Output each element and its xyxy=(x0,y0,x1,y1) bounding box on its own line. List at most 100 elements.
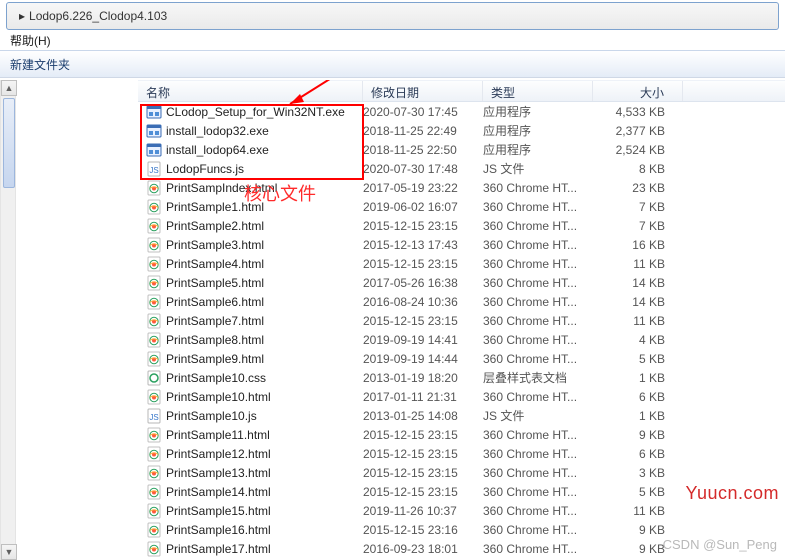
file-row[interactable]: PrintSample5.html2017-05-26 16:38360 Chr… xyxy=(138,273,785,292)
svg-text:JS: JS xyxy=(149,413,158,422)
file-name: PrintSample14.html xyxy=(166,485,271,499)
file-size: 5 KB xyxy=(593,352,683,366)
file-type: JS 文件 xyxy=(483,160,593,177)
file-date: 2019-11-26 10:37 xyxy=(363,504,483,518)
file-name: PrintSample10.css xyxy=(166,371,266,385)
file-row[interactable]: PrintSample10.css2013-01-19 18:20层叠样式表文档… xyxy=(138,368,785,387)
file-row[interactable]: PrintSample2.html2015-12-15 23:15360 Chr… xyxy=(138,216,785,235)
html-icon xyxy=(146,351,162,367)
file-size: 4 KB xyxy=(593,333,683,347)
file-name: LodopFuncs.js xyxy=(166,162,244,176)
file-name: PrintSample6.html xyxy=(166,295,264,309)
header-type[interactable]: 类型 xyxy=(483,81,593,101)
file-name: PrintSample2.html xyxy=(166,219,264,233)
file-date: 2019-06-02 16:07 xyxy=(363,200,483,214)
file-type: 360 Chrome HT... xyxy=(483,276,593,290)
file-date: 2013-01-25 14:08 xyxy=(363,409,483,423)
header-size[interactable]: 大小 xyxy=(593,81,683,101)
file-size: 11 KB xyxy=(593,257,683,271)
file-date: 2013-01-19 18:20 xyxy=(363,371,483,385)
file-type: 360 Chrome HT... xyxy=(483,257,593,271)
header-date[interactable]: 修改日期 xyxy=(363,81,483,101)
file-row[interactable]: PrintSample10.html2017-01-11 21:31360 Ch… xyxy=(138,387,785,406)
file-row[interactable]: PrintSample13.html2015-12-15 23:15360 Ch… xyxy=(138,463,785,482)
file-type: 360 Chrome HT... xyxy=(483,333,593,347)
file-name: PrintSample13.html xyxy=(166,466,271,480)
file-row[interactable]: PrintSample3.html 2015-12-13 17:43360 Chr… xyxy=(138,235,785,254)
file-name: PrintSample8.html xyxy=(166,333,264,347)
file-size: 3 KB xyxy=(593,466,683,480)
html-icon xyxy=(146,541,162,557)
file-row[interactable]: PrintSample7.html 2015-12-15 23:15360 Chr… xyxy=(138,311,785,330)
file-type: 360 Chrome HT... xyxy=(483,238,593,252)
file-date: 2015-12-15 23:15 xyxy=(363,466,483,480)
file-name: PrintSample12.html xyxy=(166,447,271,461)
html-icon xyxy=(146,484,162,500)
file-size: 11 KB xyxy=(593,504,683,518)
scroll-up-icon[interactable]: ▲ xyxy=(1,80,17,96)
file-name: PrintSample11.html xyxy=(166,428,270,442)
file-row[interactable]: PrintSample11.html2015-12-15 23:15360 Ch… xyxy=(138,425,785,444)
file-row[interactable]: install_lodop32.exe2018-11-25 22:49应用程序2… xyxy=(138,121,785,140)
file-row[interactable]: JSPrintSample10.js2013-01-25 14:08JS 文件1… xyxy=(138,406,785,425)
file-type: 360 Chrome HT... xyxy=(483,181,593,195)
svg-text:JS: JS xyxy=(149,166,158,175)
file-row[interactable]: PrintSample8.html2019-09-19 14:41360 Chr… xyxy=(138,330,785,349)
file-size: 14 KB xyxy=(593,295,683,309)
file-size: 9 KB xyxy=(593,523,683,537)
exe-icon xyxy=(146,123,162,139)
file-type: 360 Chrome HT... xyxy=(483,542,593,556)
scroll-thumb[interactable] xyxy=(3,98,15,188)
file-date: 2015-12-13 17:43 xyxy=(363,238,483,252)
file-date: 2020-07-30 17:48 xyxy=(363,162,483,176)
file-name: PrintSample10.js xyxy=(166,409,257,423)
file-size: 23 KB xyxy=(593,181,683,195)
menu-help[interactable]: 帮助(H) xyxy=(6,32,55,49)
exe-icon xyxy=(146,142,162,158)
file-name: PrintSample7.html xyxy=(166,314,264,328)
file-size: 1 KB xyxy=(593,371,683,385)
file-name: PrintSample15.html xyxy=(166,504,271,518)
file-row[interactable]: PrintSample9.html2019-09-19 14:44360 Chr… xyxy=(138,349,785,368)
file-size: 14 KB xyxy=(593,276,683,290)
file-name: PrintSample5.html xyxy=(166,276,264,290)
file-date: 2015-12-15 23:15 xyxy=(363,428,483,442)
chevron-right-icon: ▸ xyxy=(19,9,25,23)
file-row[interactable]: PrintSample6.html2016-08-24 10:36360 Chr… xyxy=(138,292,785,311)
css-icon xyxy=(146,370,162,386)
file-row[interactable]: PrintSample4.html2015-12-15 23:15360 Chr… xyxy=(138,254,785,273)
file-size: 16 KB xyxy=(593,238,683,252)
file-date: 2018-11-25 22:50 xyxy=(363,143,483,157)
file-row[interactable]: PrintSample1.html2019-06-02 16:07360 Chr… xyxy=(138,197,785,216)
column-headers: 名称 修改日期 类型 大小 xyxy=(138,80,785,102)
header-name[interactable]: 名称 xyxy=(138,81,363,101)
file-row[interactable]: CLodop_Setup_for_Win32NT.exe2020-07-30 1… xyxy=(138,102,785,121)
file-type: 360 Chrome HT... xyxy=(483,314,593,328)
file-date: 2015-12-15 23:15 xyxy=(363,314,483,328)
address-bar[interactable]: ▸ Lodop6.226_Clodop4.103 xyxy=(6,2,779,30)
breadcrumb-folder[interactable]: Lodop6.226_Clodop4.103 xyxy=(29,9,167,23)
file-name: PrintSample3.html xyxy=(166,238,264,252)
html-icon xyxy=(146,294,162,310)
file-row[interactable]: PrintSample12.html2015-12-15 23:15360 Ch… xyxy=(138,444,785,463)
html-icon xyxy=(146,427,162,443)
file-row[interactable]: install_lodop64.exe2018-11-25 22:50应用程序2… xyxy=(138,140,785,159)
file-type: 360 Chrome HT... xyxy=(483,504,593,518)
file-name: install_lodop32.exe xyxy=(166,124,269,138)
file-date: 2017-05-19 23:22 xyxy=(363,181,483,195)
file-type: 360 Chrome HT... xyxy=(483,219,593,233)
new-folder-button[interactable]: 新建文件夹 xyxy=(10,56,70,73)
file-row[interactable]: PrintSampIndex.html2017-05-19 23:22360 C… xyxy=(138,178,785,197)
file-type: JS 文件 xyxy=(483,407,593,424)
file-date: 2019-09-19 14:44 xyxy=(363,352,483,366)
nav-sidebar: ▲ ▼ xyxy=(0,80,122,560)
html-icon xyxy=(146,465,162,481)
file-date: 2015-12-15 23:16 xyxy=(363,523,483,537)
file-type: 360 Chrome HT... xyxy=(483,200,593,214)
html-icon xyxy=(146,218,162,234)
file-type: 360 Chrome HT... xyxy=(483,390,593,404)
file-date: 2015-12-15 23:15 xyxy=(363,485,483,499)
file-row[interactable]: JS LodopFuncs.js 2020-07-30 17:48JS 文件8 KB xyxy=(138,159,785,178)
file-size: 8 KB xyxy=(593,162,683,176)
sidebar-scrollbar[interactable]: ▲ ▼ xyxy=(0,80,16,560)
